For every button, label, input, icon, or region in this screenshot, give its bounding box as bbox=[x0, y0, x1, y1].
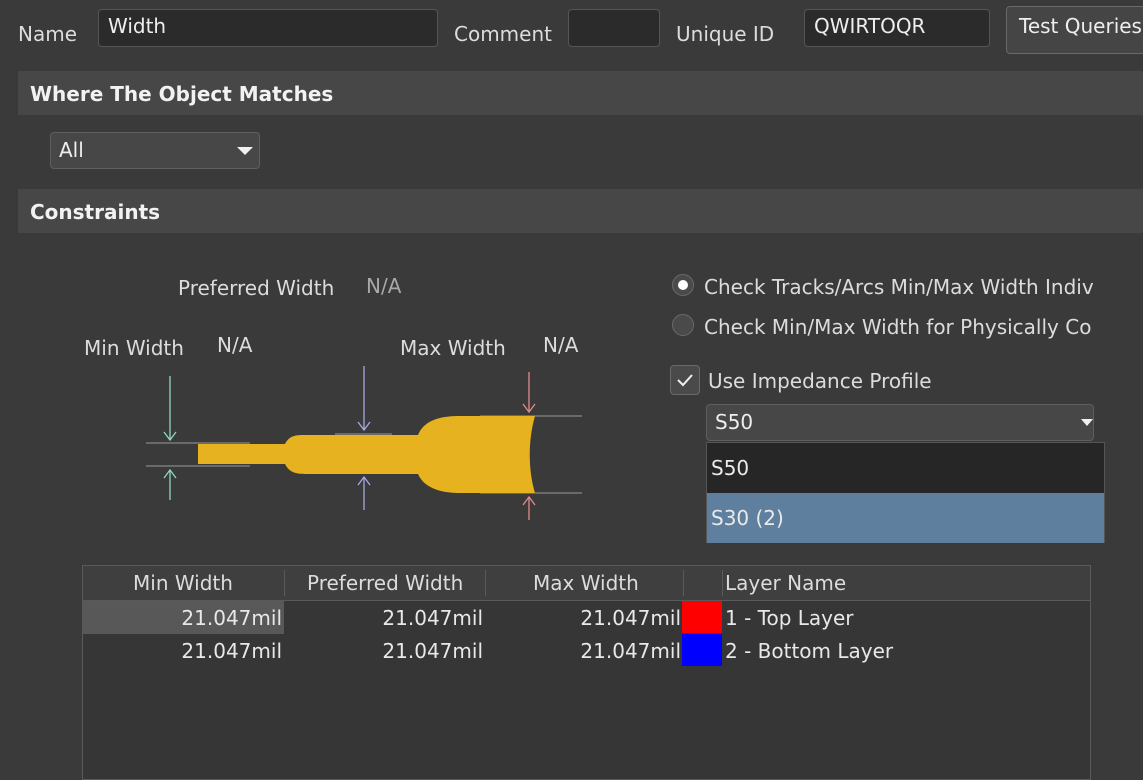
checkmark-icon bbox=[677, 374, 693, 387]
impedance-profile-select[interactable]: S50 bbox=[706, 404, 1094, 441]
row-preferred-width[interactable]: 21.047mil bbox=[382, 606, 483, 630]
scope-select[interactable]: All bbox=[50, 132, 260, 169]
column-divider bbox=[683, 570, 684, 596]
comment-input[interactable] bbox=[568, 9, 660, 47]
radio-dot-icon bbox=[678, 280, 688, 290]
max-width-label: Max Width bbox=[400, 336, 506, 360]
unique-id-input[interactable]: QWIRTOQR bbox=[804, 9, 990, 47]
chevron-down-icon bbox=[237, 147, 253, 155]
row-layer-name[interactable]: 1 - Top Layer bbox=[725, 606, 854, 630]
layer-color-swatch[interactable] bbox=[682, 634, 722, 666]
max-width-value[interactable]: N/A bbox=[543, 333, 578, 357]
impedance-option-s30[interactable]: S30 (2) bbox=[707, 493, 1104, 543]
scope-select-value: All bbox=[59, 138, 84, 162]
row-min-width[interactable]: 21.047mil bbox=[181, 639, 282, 663]
row-max-width[interactable]: 21.047mil bbox=[580, 606, 681, 630]
column-header-preferred-width[interactable]: Preferred Width bbox=[307, 566, 463, 600]
row-max-width[interactable]: 21.047mil bbox=[580, 639, 681, 663]
where-section-header: Where The Object Matches bbox=[18, 71, 1143, 115]
column-header-layer-name[interactable]: Layer Name bbox=[725, 566, 846, 600]
layer-color-swatch[interactable] bbox=[682, 601, 722, 633]
row-min-width[interactable]: 21.047mil bbox=[181, 606, 282, 630]
impedance-option-s50[interactable]: S50 bbox=[707, 443, 1104, 493]
radio-check-individual[interactable] bbox=[672, 274, 694, 296]
impedance-dropdown-menu: S50 S30 (2) bbox=[706, 442, 1105, 543]
preferred-width-value[interactable]: N/A bbox=[366, 274, 401, 298]
radio-check-individual-label[interactable]: Check Tracks/Arcs Min/Max Width Indivi bbox=[704, 275, 1093, 299]
test-queries-button[interactable]: Test Queries bbox=[1006, 6, 1143, 54]
radio-check-physical-label[interactable]: Check Min/Max Width for Physically Cor bbox=[704, 315, 1093, 339]
column-divider bbox=[722, 570, 723, 596]
name-input[interactable]: Width bbox=[98, 9, 438, 47]
comment-label: Comment bbox=[454, 22, 552, 46]
name-label: Name bbox=[18, 22, 78, 46]
min-width-label: Min Width bbox=[84, 336, 184, 360]
table-row[interactable]: 21.047mil 21.047mil 21.047mil 2 - Bottom… bbox=[83, 634, 1090, 667]
column-divider bbox=[485, 570, 486, 596]
row-layer-name[interactable]: 2 - Bottom Layer bbox=[725, 639, 893, 663]
track-width-diagram bbox=[146, 366, 582, 520]
min-width-value[interactable]: N/A bbox=[217, 333, 252, 357]
use-impedance-label[interactable]: Use Impedance Profile bbox=[708, 369, 932, 393]
impedance-profile-value: S50 bbox=[715, 410, 754, 434]
width-table: Min Width Preferred Width Max Width Laye… bbox=[82, 565, 1091, 780]
use-impedance-checkbox[interactable] bbox=[670, 365, 700, 395]
column-header-max-width[interactable]: Max Width bbox=[533, 566, 639, 600]
column-divider bbox=[284, 570, 285, 596]
constraints-section-header: Constraints bbox=[18, 189, 1143, 233]
preferred-width-label: Preferred Width bbox=[178, 276, 335, 300]
row-preferred-width[interactable]: 21.047mil bbox=[382, 639, 483, 663]
radio-check-physical[interactable] bbox=[672, 314, 694, 336]
column-header-min-width[interactable]: Min Width bbox=[133, 566, 233, 600]
chevron-down-icon bbox=[1081, 419, 1093, 426]
unique-id-label: Unique ID bbox=[676, 22, 775, 46]
table-row[interactable]: 21.047mil 21.047mil 21.047mil 1 - Top La… bbox=[83, 601, 1090, 634]
